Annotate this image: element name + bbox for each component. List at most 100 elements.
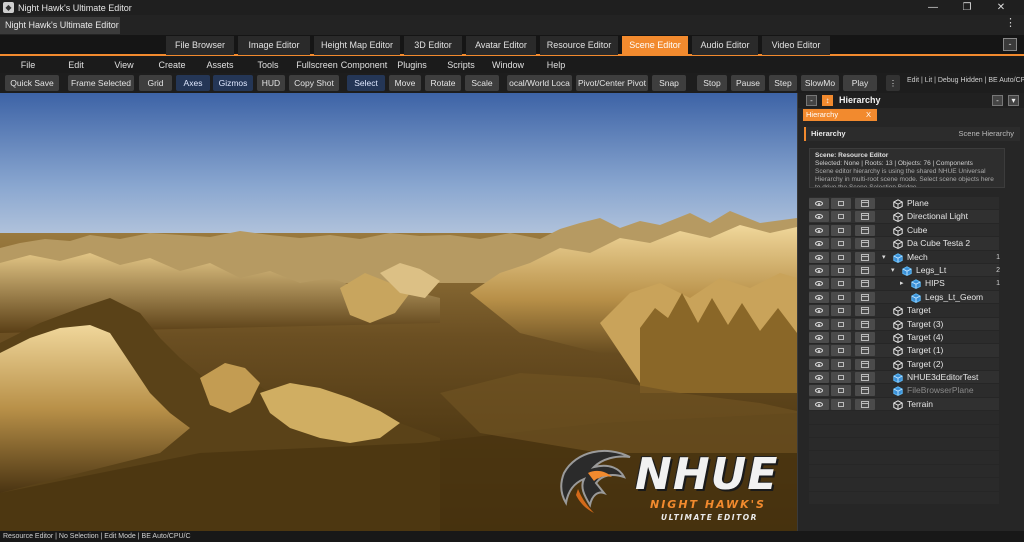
hierarchy-row[interactable]: ▾ Mech 1	[809, 250, 1000, 264]
hud-button[interactable]: HUD	[257, 75, 285, 91]
more-options-icon[interactable]: ⋮	[1005, 18, 1016, 29]
snap-button[interactable]: Snap	[652, 75, 686, 91]
menu-edit[interactable]: Edit	[62, 58, 90, 73]
visibility-eye-icon[interactable]	[809, 398, 829, 410]
selectable-toggle-icon[interactable]	[855, 331, 875, 343]
hierarchy-item-label[interactable]: FileBrowserPlane	[907, 384, 974, 397]
hierarchy-item-label[interactable]: NHUE3dEditorTest	[907, 371, 978, 384]
hierarchy-row[interactable]: ▸ HIPS 1	[809, 277, 1000, 291]
tab-avatar-editor[interactable]: Avatar Editor	[466, 36, 536, 55]
step-button[interactable]: Step	[769, 75, 797, 91]
selectable-toggle-icon[interactable]	[855, 278, 875, 290]
quick-save-button[interactable]: Quick Save	[5, 75, 59, 91]
collapse-tabs-button[interactable]: -	[1003, 38, 1017, 51]
hierarchy-row[interactable]: Target	[809, 304, 999, 318]
hierarchy-item-label[interactable]: Mech	[907, 251, 928, 264]
panel-collapse-button[interactable]: -	[806, 95, 817, 106]
visibility-eye-icon[interactable]	[809, 331, 829, 343]
selectable-toggle-icon[interactable]	[855, 211, 875, 223]
lock-toggle-icon[interactable]	[831, 198, 851, 209]
visibility-eye-icon[interactable]	[809, 198, 829, 209]
visibility-eye-icon[interactable]	[809, 291, 829, 303]
frame-selected-button[interactable]: Frame Selected	[68, 75, 134, 91]
tab-image-editor[interactable]: Image Editor	[238, 36, 310, 55]
panel-options-button[interactable]: ▾	[1008, 95, 1019, 106]
scene-hierarchy-label[interactable]: Scene Hierarchy	[959, 127, 1014, 141]
selectable-toggle-icon[interactable]	[855, 224, 875, 236]
tab-audio-editor[interactable]: Audio Editor	[692, 36, 758, 55]
document-tab[interactable]: Night Hawk's Ultimate Editor	[0, 17, 120, 34]
selectable-toggle-icon[interactable]	[855, 251, 875, 263]
hierarchy-item-label[interactable]: Plane	[907, 197, 929, 210]
hierarchy-item-label[interactable]: HIPS	[925, 277, 945, 290]
lock-toggle-icon[interactable]	[831, 318, 851, 330]
rotate-tool-button[interactable]: Rotate	[425, 75, 461, 91]
hierarchy-item-label[interactable]: Target	[907, 304, 931, 317]
lock-toggle-icon[interactable]	[831, 251, 851, 263]
selectable-toggle-icon[interactable]	[855, 238, 875, 250]
minimize-icon[interactable]: —	[916, 0, 950, 15]
tab-video-editor[interactable]: Video Editor	[762, 36, 830, 55]
toolbar-more-icon[interactable]: ⋮	[886, 75, 900, 91]
visibility-eye-icon[interactable]	[809, 264, 829, 276]
hierarchy-tab[interactable]: Hierarchy X	[803, 109, 877, 121]
selectable-toggle-icon[interactable]	[855, 305, 875, 317]
hierarchy-row[interactable]: Directional Light	[809, 210, 999, 224]
hierarchy-item-label[interactable]: Target (3)	[907, 318, 943, 331]
hierarchy-item-label[interactable]: Directional Light	[907, 210, 968, 223]
menu-plugins[interactable]: Plugins	[395, 58, 429, 73]
visibility-eye-icon[interactable]	[809, 251, 829, 263]
hierarchy-row[interactable]: Target (2)	[809, 357, 999, 372]
play-button[interactable]: Play	[843, 75, 877, 91]
menu-fullscreen[interactable]: Fullscreen	[294, 58, 340, 73]
hierarchy-row[interactable]: Target (3)	[809, 317, 999, 331]
lock-toggle-icon[interactable]	[831, 211, 851, 223]
lock-toggle-icon[interactable]	[831, 331, 851, 343]
menu-help[interactable]: Help	[542, 58, 570, 73]
lock-toggle-icon[interactable]	[831, 278, 851, 290]
lock-toggle-icon[interactable]	[831, 264, 851, 276]
hierarchy-item-label[interactable]: Legs_Lt	[916, 264, 946, 277]
menu-view[interactable]: View	[109, 58, 139, 73]
expand-caret-icon[interactable]: ▸	[900, 277, 904, 290]
hierarchy-item-label[interactable]: Da Cube Testa 2	[907, 237, 970, 250]
tab-height-map-editor[interactable]: Height Map Editor	[314, 36, 400, 55]
lock-toggle-icon[interactable]	[831, 345, 851, 357]
selectable-toggle-icon[interactable]	[855, 345, 875, 357]
menu-assets[interactable]: Assets	[203, 58, 237, 73]
selectable-toggle-icon[interactable]	[855, 318, 875, 330]
visibility-eye-icon[interactable]	[809, 385, 829, 397]
visibility-eye-icon[interactable]	[809, 211, 829, 223]
expand-caret-icon[interactable]: ▾	[882, 251, 886, 264]
hierarchy-row[interactable]: ▾ Legs_Lt 2	[809, 263, 1000, 278]
lock-toggle-icon[interactable]	[831, 372, 851, 384]
hierarchy-row[interactable]: NHUE3dEditorTest	[809, 371, 999, 385]
select-tool-button[interactable]: Select	[347, 75, 385, 91]
selectable-toggle-icon[interactable]	[855, 358, 875, 370]
selectable-toggle-icon[interactable]	[855, 198, 875, 209]
visibility-eye-icon[interactable]	[809, 345, 829, 357]
panel-pin-icon[interactable]: ↕	[822, 95, 833, 106]
hierarchy-item-label[interactable]: Target (2)	[907, 358, 943, 371]
tab-scene-editor[interactable]: Scene Editor	[622, 36, 688, 55]
stop-button[interactable]: Stop	[697, 75, 727, 91]
lock-toggle-icon[interactable]	[831, 358, 851, 370]
menu-file[interactable]: File	[14, 58, 42, 73]
lock-toggle-icon[interactable]	[831, 238, 851, 250]
gizmos-button[interactable]: Gizmos	[213, 75, 253, 91]
tab-resource-editor[interactable]: Resource Editor	[540, 36, 618, 55]
copy-shot-button[interactable]: Copy Shot	[289, 75, 339, 91]
tab-3d-editor[interactable]: 3D Editor	[404, 36, 462, 55]
lock-toggle-icon[interactable]	[831, 291, 851, 303]
pivot-center-toggle[interactable]: Pivot/Center Pivot	[576, 75, 648, 91]
menu-window[interactable]: Window	[490, 58, 526, 73]
slowmo-button[interactable]: SlowMo	[801, 75, 839, 91]
axes-button[interactable]: Axes	[176, 75, 210, 91]
visibility-eye-icon[interactable]	[809, 224, 829, 236]
visibility-eye-icon[interactable]	[809, 238, 829, 250]
close-icon[interactable]: ✕	[984, 0, 1018, 15]
tab-file-browser[interactable]: File Browser	[166, 36, 234, 55]
hierarchy-item-label[interactable]: Legs_Lt_Geom	[925, 291, 983, 304]
hierarchy-item-label[interactable]: Terrain	[907, 398, 933, 411]
local-world-toggle[interactable]: ocal/World Loca	[507, 75, 572, 91]
